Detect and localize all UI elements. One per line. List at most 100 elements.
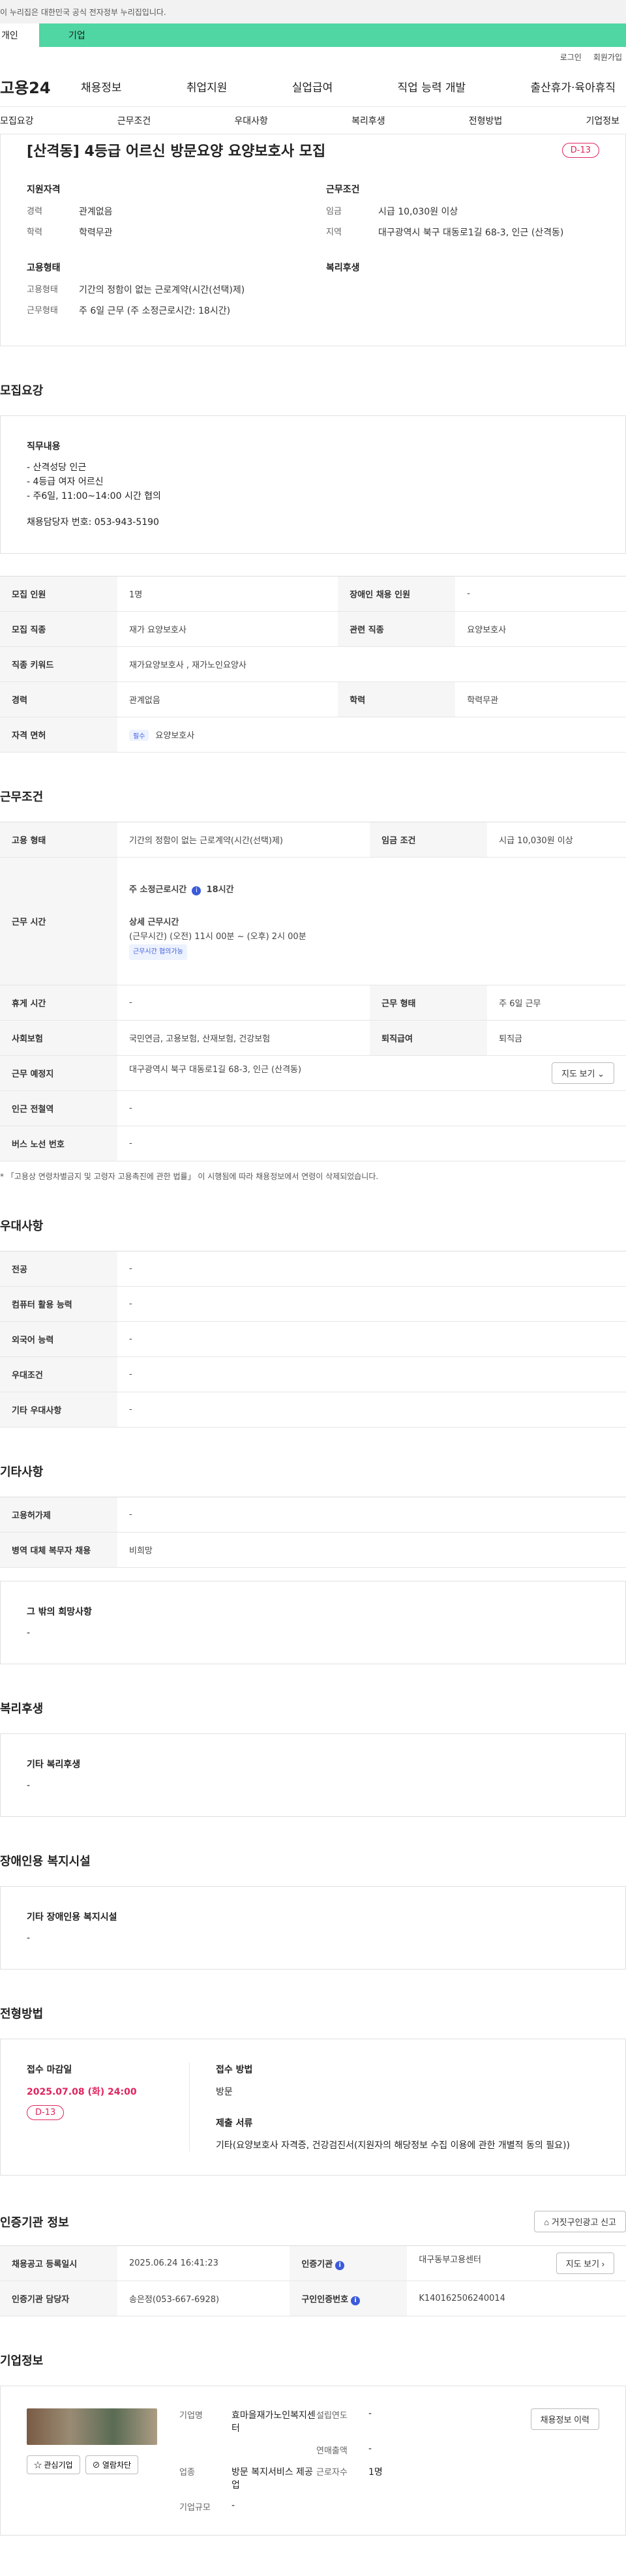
favorite-company-button[interactable]: ☆ 관심기업 bbox=[27, 2455, 80, 2474]
utility-bar: 로그인 회원가입 bbox=[0, 47, 626, 67]
table-value-cell: 송은정(053-667-6928) bbox=[117, 2281, 290, 2316]
table-value-cell: 주 6일 근무 bbox=[487, 985, 626, 1021]
subnav-work[interactable]: 근무조건 bbox=[117, 114, 151, 127]
table-header-cell: 고용 형태 bbox=[0, 822, 117, 858]
industry-value: 방문 복지서비스 제공업 bbox=[231, 2467, 313, 2491]
section-nav: 모집요강 근무조건 우대사항 복리후생 전형방법 기업정보 bbox=[0, 107, 626, 134]
block-view-button[interactable]: ⊘ 열람차단 bbox=[85, 2455, 139, 2474]
tab-corporate[interactable]: 기업 bbox=[39, 23, 626, 47]
emp-type-label: 고용형태 bbox=[27, 285, 58, 295]
education-value: 학력무관 bbox=[79, 228, 113, 238]
sales-label: 연매출액 bbox=[316, 2446, 348, 2456]
employees-label: 근로자수 bbox=[316, 2468, 348, 2478]
disability-box: 기타 장애인용 복지시설 - bbox=[0, 1886, 626, 1969]
table-row: 병역 대체 복무자 채용 비희망 bbox=[0, 1532, 626, 1568]
table-value-cell: - bbox=[117, 1392, 626, 1428]
table-row: 인증기관 담당자 송은정(053-667-6928) 구인인증번호 i K1401… bbox=[0, 2281, 626, 2316]
job-description-box: 직무내용 - 산격성당 인근 - 4등급 여자 어르신 - 주6일, 11:00… bbox=[0, 415, 626, 554]
recruit-table: 모집 인원 1명 장애인 채용 인원 - 모집 직종 재가 요양보호사 관련 직… bbox=[0, 576, 626, 753]
dday-badge: D-13 bbox=[27, 2105, 65, 2120]
table-value-cell: - bbox=[117, 1126, 626, 1161]
subnav-company[interactable]: 기업정보 bbox=[586, 114, 619, 127]
method-value: 방문 bbox=[216, 2087, 233, 2097]
other-wishes-box: 그 밖의 희망사항 - bbox=[0, 1581, 626, 1664]
age-note: * 「고용상 연령차별금지 및 고령자 고용촉진에 관한 법률」 이 시행됨에 … bbox=[0, 1172, 379, 1181]
table-row: 컴퓨터 활용 능력 - bbox=[0, 1286, 626, 1322]
star-icon: ☆ bbox=[34, 2461, 42, 2470]
hiring-history-button[interactable]: 채용정보 이력 bbox=[530, 2408, 599, 2430]
table-header-cell: 고용허가제 bbox=[0, 1497, 117, 1533]
detail-hours-value: (근무시간) (오전) 11시 00분 ~ (오후) 2시 00분 bbox=[129, 931, 306, 942]
work-form-value: 주 6일 근무 (주 소정근로시간: 18시간) bbox=[79, 306, 231, 316]
table-header-cell: 채용공고 등록일시 bbox=[0, 2245, 117, 2281]
info-icon[interactable]: i bbox=[335, 2260, 345, 2270]
welfare-box-heading: 기타 복리후생 bbox=[27, 1760, 81, 1770]
subnav-recruit[interactable]: 모집요강 bbox=[0, 114, 34, 127]
contact-line: 채용담당자 번호: 053-943-5190 bbox=[27, 517, 159, 528]
gnb-item-employment-support[interactable]: 취업지원 bbox=[184, 78, 230, 95]
tab-personal[interactable]: 개인 bbox=[0, 23, 39, 47]
subnav-selection[interactable]: 전형방법 bbox=[469, 114, 503, 127]
career-value: 관계없음 bbox=[79, 207, 113, 217]
employment-heading: 고용형태 bbox=[27, 263, 61, 273]
job-desc-heading: 직무내용 bbox=[27, 442, 61, 452]
selection-section-title: 전형방법 bbox=[0, 2007, 44, 2021]
qualification-heading: 지원자격 bbox=[27, 185, 61, 195]
gnb-menu: 채용정보 취업지원 실업급여 직업 능력 개발 출산휴가·육아휴직 bbox=[78, 78, 626, 95]
table-header-cell: 외국어 능력 bbox=[0, 1321, 117, 1357]
info-icon[interactable]: i bbox=[192, 886, 201, 895]
table-header-cell: 학력 bbox=[338, 681, 456, 717]
welfare-box: 기타 복리후생 - bbox=[0, 1733, 626, 1817]
login-link[interactable]: 로그인 bbox=[560, 52, 582, 63]
career-label: 경력 bbox=[27, 207, 42, 217]
subnav-welfare[interactable]: 복리후생 bbox=[351, 114, 385, 127]
agency-value: 대구동부고용센터 bbox=[419, 2255, 482, 2265]
report-fake-ad-button[interactable]: ⌂ 거짓구인광고 신고 bbox=[534, 2211, 626, 2232]
disability-box-heading: 기타 장애인용 복지시설 bbox=[27, 1912, 117, 1923]
site-logo[interactable]: 고용24 bbox=[0, 75, 78, 98]
table-value-cell: 국민연금, 고용보험, 산재보험, 건강보험 bbox=[117, 1020, 370, 1056]
founded-label: 설립연도 bbox=[316, 2411, 348, 2421]
table-header-cell: 직종 키워드 bbox=[0, 646, 117, 682]
table-header-cell: 근무 예정지 bbox=[0, 1055, 117, 1091]
table-header-cell: 임금 조건 bbox=[370, 822, 488, 858]
table-value-cell: - bbox=[117, 1356, 626, 1392]
table-header-cell: 휴게 시간 bbox=[0, 985, 117, 1021]
agency-map-button[interactable]: 지도 보기 › bbox=[556, 2253, 614, 2274]
region-value: 대구광역시 북구 대동로1길 68-3, 인근 (산격동) bbox=[378, 228, 564, 238]
auth-no-label: 구인인증번호 bbox=[301, 2294, 349, 2305]
table-value-cell: 퇴직금 bbox=[487, 1020, 626, 1056]
join-link[interactable]: 회원가입 bbox=[593, 52, 622, 63]
table-header-cell: 컴퓨터 활용 능력 bbox=[0, 1286, 117, 1322]
gnb-item-leave[interactable]: 출산휴가·육아휴직 bbox=[528, 78, 618, 95]
selection-box: 접수 마감일 2025.07.08 (화) 24:00 D-13 접수 방법 방… bbox=[0, 2039, 626, 2176]
table-value-cell: - bbox=[117, 1286, 626, 1322]
table-header-cell: 병역 대체 복무자 채용 bbox=[0, 1532, 117, 1568]
job-posting-page: 이 누리집은 대한민국 공식 전자정부 누리집입니다. 개인 기업 로그인 회원… bbox=[0, 0, 626, 2576]
company-box: ☆ 관심기업 ⊘ 열람차단 기업명 효마을재가노인복지센터 설립연도 - 연매출… bbox=[0, 2386, 626, 2536]
welfare-section-title: 복리후생 bbox=[0, 1702, 44, 1716]
table-row: 고용 형태 기간의 정함이 없는 근로계약(시간(선택)제) 임금 조건 시급 … bbox=[0, 822, 626, 858]
subnav-preferences[interactable]: 우대사항 bbox=[234, 114, 268, 127]
weekly-hours-label: 주 소정근로시간 bbox=[129, 884, 187, 895]
info-icon[interactable]: i bbox=[351, 2296, 361, 2305]
gnb-item-skills[interactable]: 직업 능력 개발 bbox=[395, 78, 469, 95]
method-heading: 접수 방법 bbox=[216, 2065, 253, 2075]
table-row: 외국어 능력 - bbox=[0, 1321, 626, 1357]
table-row: 전공 - bbox=[0, 1251, 626, 1287]
gnb-item-jobs[interactable]: 채용정보 bbox=[78, 78, 125, 95]
map-button[interactable]: 지도 보기 ⌄ bbox=[552, 1062, 614, 1084]
table-header-cell: 기타 우대사항 bbox=[0, 1392, 117, 1428]
table-row: 기타 우대사항 - bbox=[0, 1392, 626, 1428]
table-value-cell: - bbox=[117, 1251, 626, 1287]
table-row: 휴게 시간 - 근무 형태 주 6일 근무 bbox=[0, 985, 626, 1021]
table-value-cell: 비희망 bbox=[117, 1532, 626, 1568]
company-info-grid: 기업명 효마을재가노인복지센터 설립연도 - 연매출액 - 업종 방문 복지서비… bbox=[179, 2408, 509, 2513]
summary-card: [산격동] 4등급 어르신 방문요양 요양보호사 모집 D-13 지원자격 경력… bbox=[0, 134, 626, 346]
license-value: 요양보호사 bbox=[155, 731, 195, 741]
table-row: 직종 키워드 재가요양보호사 , 재가노인요양사 bbox=[0, 646, 626, 682]
agency-section-title: 인증기관 정보 bbox=[0, 2215, 69, 2230]
work-section-title: 근무조건 bbox=[0, 790, 44, 804]
gnb-item-unemployment-benefit[interactable]: 실업급여 bbox=[290, 78, 336, 95]
table-header-cell: 근무 시간 bbox=[0, 857, 117, 985]
